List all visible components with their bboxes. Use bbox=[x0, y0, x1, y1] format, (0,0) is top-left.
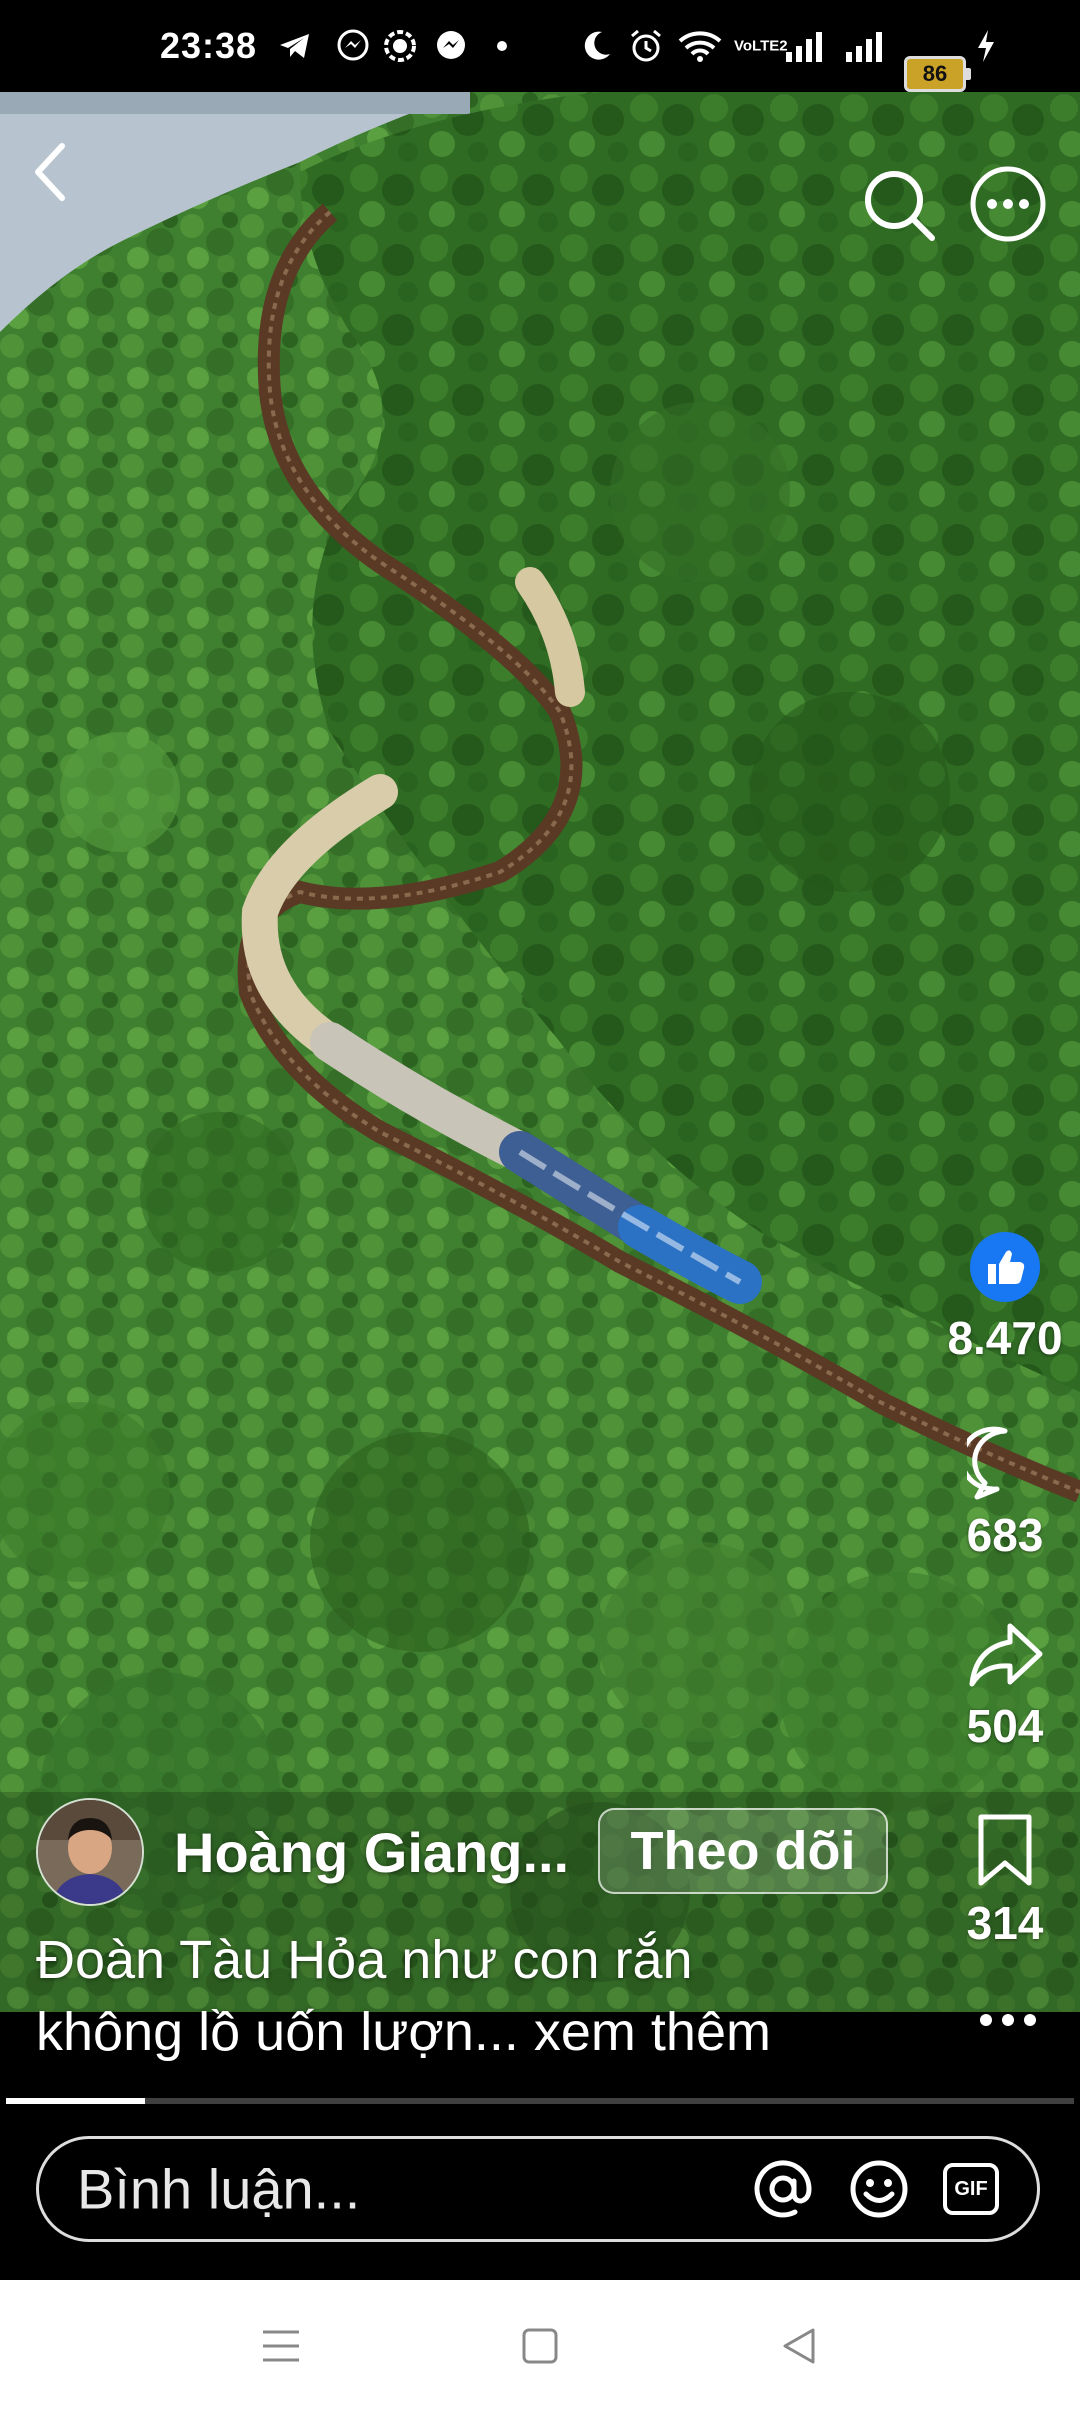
comment-input[interactable]: Bình luận... GIF bbox=[36, 2136, 1040, 2242]
gif-label: GIF bbox=[954, 2177, 988, 2200]
post-caption[interactable]: Đoàn Tàu Hỏa như con rắn không lồ uốn lư… bbox=[36, 1924, 896, 2068]
signal-icon bbox=[846, 32, 882, 62]
follow-button[interactable]: Theo dõi bbox=[598, 1808, 888, 1894]
comment-action[interactable]: 683 bbox=[930, 1425, 1080, 1562]
gif-icon[interactable]: GIF bbox=[943, 2163, 999, 2215]
charging-icon bbox=[978, 30, 994, 62]
back-nav-icon[interactable] bbox=[781, 2326, 817, 2366]
share-count: 504 bbox=[966, 1700, 1044, 1752]
home-icon[interactable] bbox=[521, 2327, 559, 2365]
volte-icon: VoLTE2 bbox=[734, 39, 788, 54]
navigation-bar bbox=[0, 2280, 1080, 2412]
messenger-icon bbox=[337, 29, 369, 61]
save-action[interactable]: 314 bbox=[930, 1813, 1080, 1950]
avatar[interactable] bbox=[36, 1798, 144, 1906]
alarm-icon bbox=[631, 29, 661, 62]
comment-placeholder: Bình luận... bbox=[77, 2157, 361, 2221]
comment-count: 683 bbox=[966, 1509, 1044, 1561]
recents-menu-icon[interactable] bbox=[261, 2328, 301, 2364]
status-time: 23:38 bbox=[160, 25, 258, 66]
post-more-button[interactable] bbox=[968, 2000, 1048, 2040]
telegram-icon bbox=[280, 34, 309, 58]
like-count: 8.470 bbox=[947, 1312, 1063, 1364]
moon-icon bbox=[584, 31, 610, 60]
search-icon bbox=[865, 171, 935, 241]
search-button[interactable] bbox=[862, 168, 938, 244]
share-action[interactable]: 504 bbox=[930, 1620, 1080, 1753]
volte-label: VoLTE2 bbox=[734, 37, 788, 55]
more-icon bbox=[970, 166, 1046, 242]
back-icon bbox=[35, 143, 65, 201]
see-more-link[interactable]: xem thêm bbox=[534, 2002, 771, 2062]
ellipsis-icon bbox=[980, 2014, 1036, 2026]
share-icon[interactable] bbox=[966, 1620, 1044, 1692]
avatar-image bbox=[38, 1800, 142, 1904]
messenger-icon bbox=[437, 31, 465, 59]
comment-icon[interactable] bbox=[959, 1425, 1043, 1501]
author-name[interactable]: Hoàng Giang... bbox=[174, 1820, 569, 1885]
battery-icon: 86 bbox=[904, 56, 971, 92]
emoji-icon[interactable] bbox=[849, 2159, 909, 2219]
signal-icon bbox=[786, 32, 822, 62]
caption-line-1: Đoàn Tàu Hỏa như con rắn bbox=[36, 1930, 693, 1990]
dot-icon bbox=[497, 41, 507, 51]
video-frame bbox=[0, 92, 1080, 2012]
author-row: Hoàng Giang... bbox=[36, 1798, 569, 1906]
video-player[interactable] bbox=[0, 92, 1080, 2012]
like-icon[interactable] bbox=[968, 1230, 1042, 1304]
save-count: 314 bbox=[966, 1897, 1044, 1949]
bookmark-icon[interactable] bbox=[975, 1813, 1035, 1889]
comment-bar: Bình luận... GIF bbox=[0, 2104, 1080, 2280]
battery-level: 86 bbox=[922, 61, 948, 86]
mention-icon[interactable] bbox=[753, 2159, 813, 2219]
wifi-icon bbox=[678, 31, 722, 62]
like-action[interactable]: 8.470 bbox=[930, 1230, 1080, 1365]
chat-icon bbox=[384, 30, 416, 62]
status-bar: 23:38 VoLTE2 86 bbox=[0, 0, 1080, 92]
back-button[interactable] bbox=[30, 140, 90, 220]
caption-line-2: không lồ uốn lượn... bbox=[36, 2002, 519, 2062]
more-options-button[interactable] bbox=[968, 164, 1048, 244]
